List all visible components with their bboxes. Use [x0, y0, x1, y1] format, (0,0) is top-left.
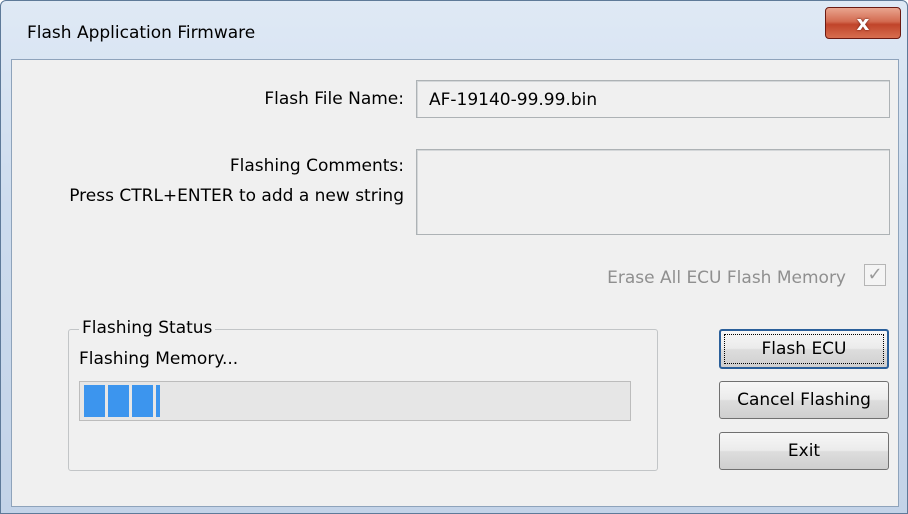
window-title: Flash Application Firmware — [27, 23, 256, 43]
flashing-status-message: Flashing Memory... — [79, 349, 239, 369]
erase-flash-memory-checkbox[interactable]: ✓ — [864, 264, 886, 286]
dialog-client-area: Flash File Name: AF-19140-99.99.bin Flas… — [11, 59, 899, 507]
flash-firmware-window: Flash Application Firmware x Flash File … — [0, 0, 908, 514]
checkmark-icon: ✓ — [867, 264, 883, 285]
erase-flash-memory-label: Erase All ECU Flash Memory — [607, 268, 846, 288]
flashing-progress-bar — [79, 381, 631, 421]
flashing-status-group: Flashing Status Flashing Memory... — [68, 318, 658, 471]
flashing-comments-field[interactable] — [416, 149, 890, 235]
exit-button-label: Exit — [787, 441, 821, 461]
cancel-flashing-button[interactable]: Cancel Flashing — [719, 381, 889, 419]
flash-ecu-button-label: Flash ECU — [761, 339, 847, 359]
cancel-flashing-button-label: Cancel Flashing — [737, 390, 871, 410]
exit-button[interactable]: Exit — [719, 432, 889, 470]
flash-ecu-button[interactable]: Flash ECU — [719, 329, 889, 369]
flashing-comments-hint: Press CTRL+ENTER to add a new string — [69, 186, 404, 206]
flashing-comments-label: Flashing Comments: — [229, 156, 404, 176]
flash-file-name-value: AF-19140-99.99.bin — [429, 90, 598, 110]
progress-bar-fill — [84, 385, 160, 417]
close-icon: x — [856, 11, 870, 35]
flashing-status-legend: Flashing Status — [79, 318, 216, 338]
flash-file-name-label: Flash File Name: — [264, 89, 404, 109]
flash-file-name-field[interactable]: AF-19140-99.99.bin — [416, 80, 890, 118]
close-button[interactable]: x — [825, 7, 901, 39]
